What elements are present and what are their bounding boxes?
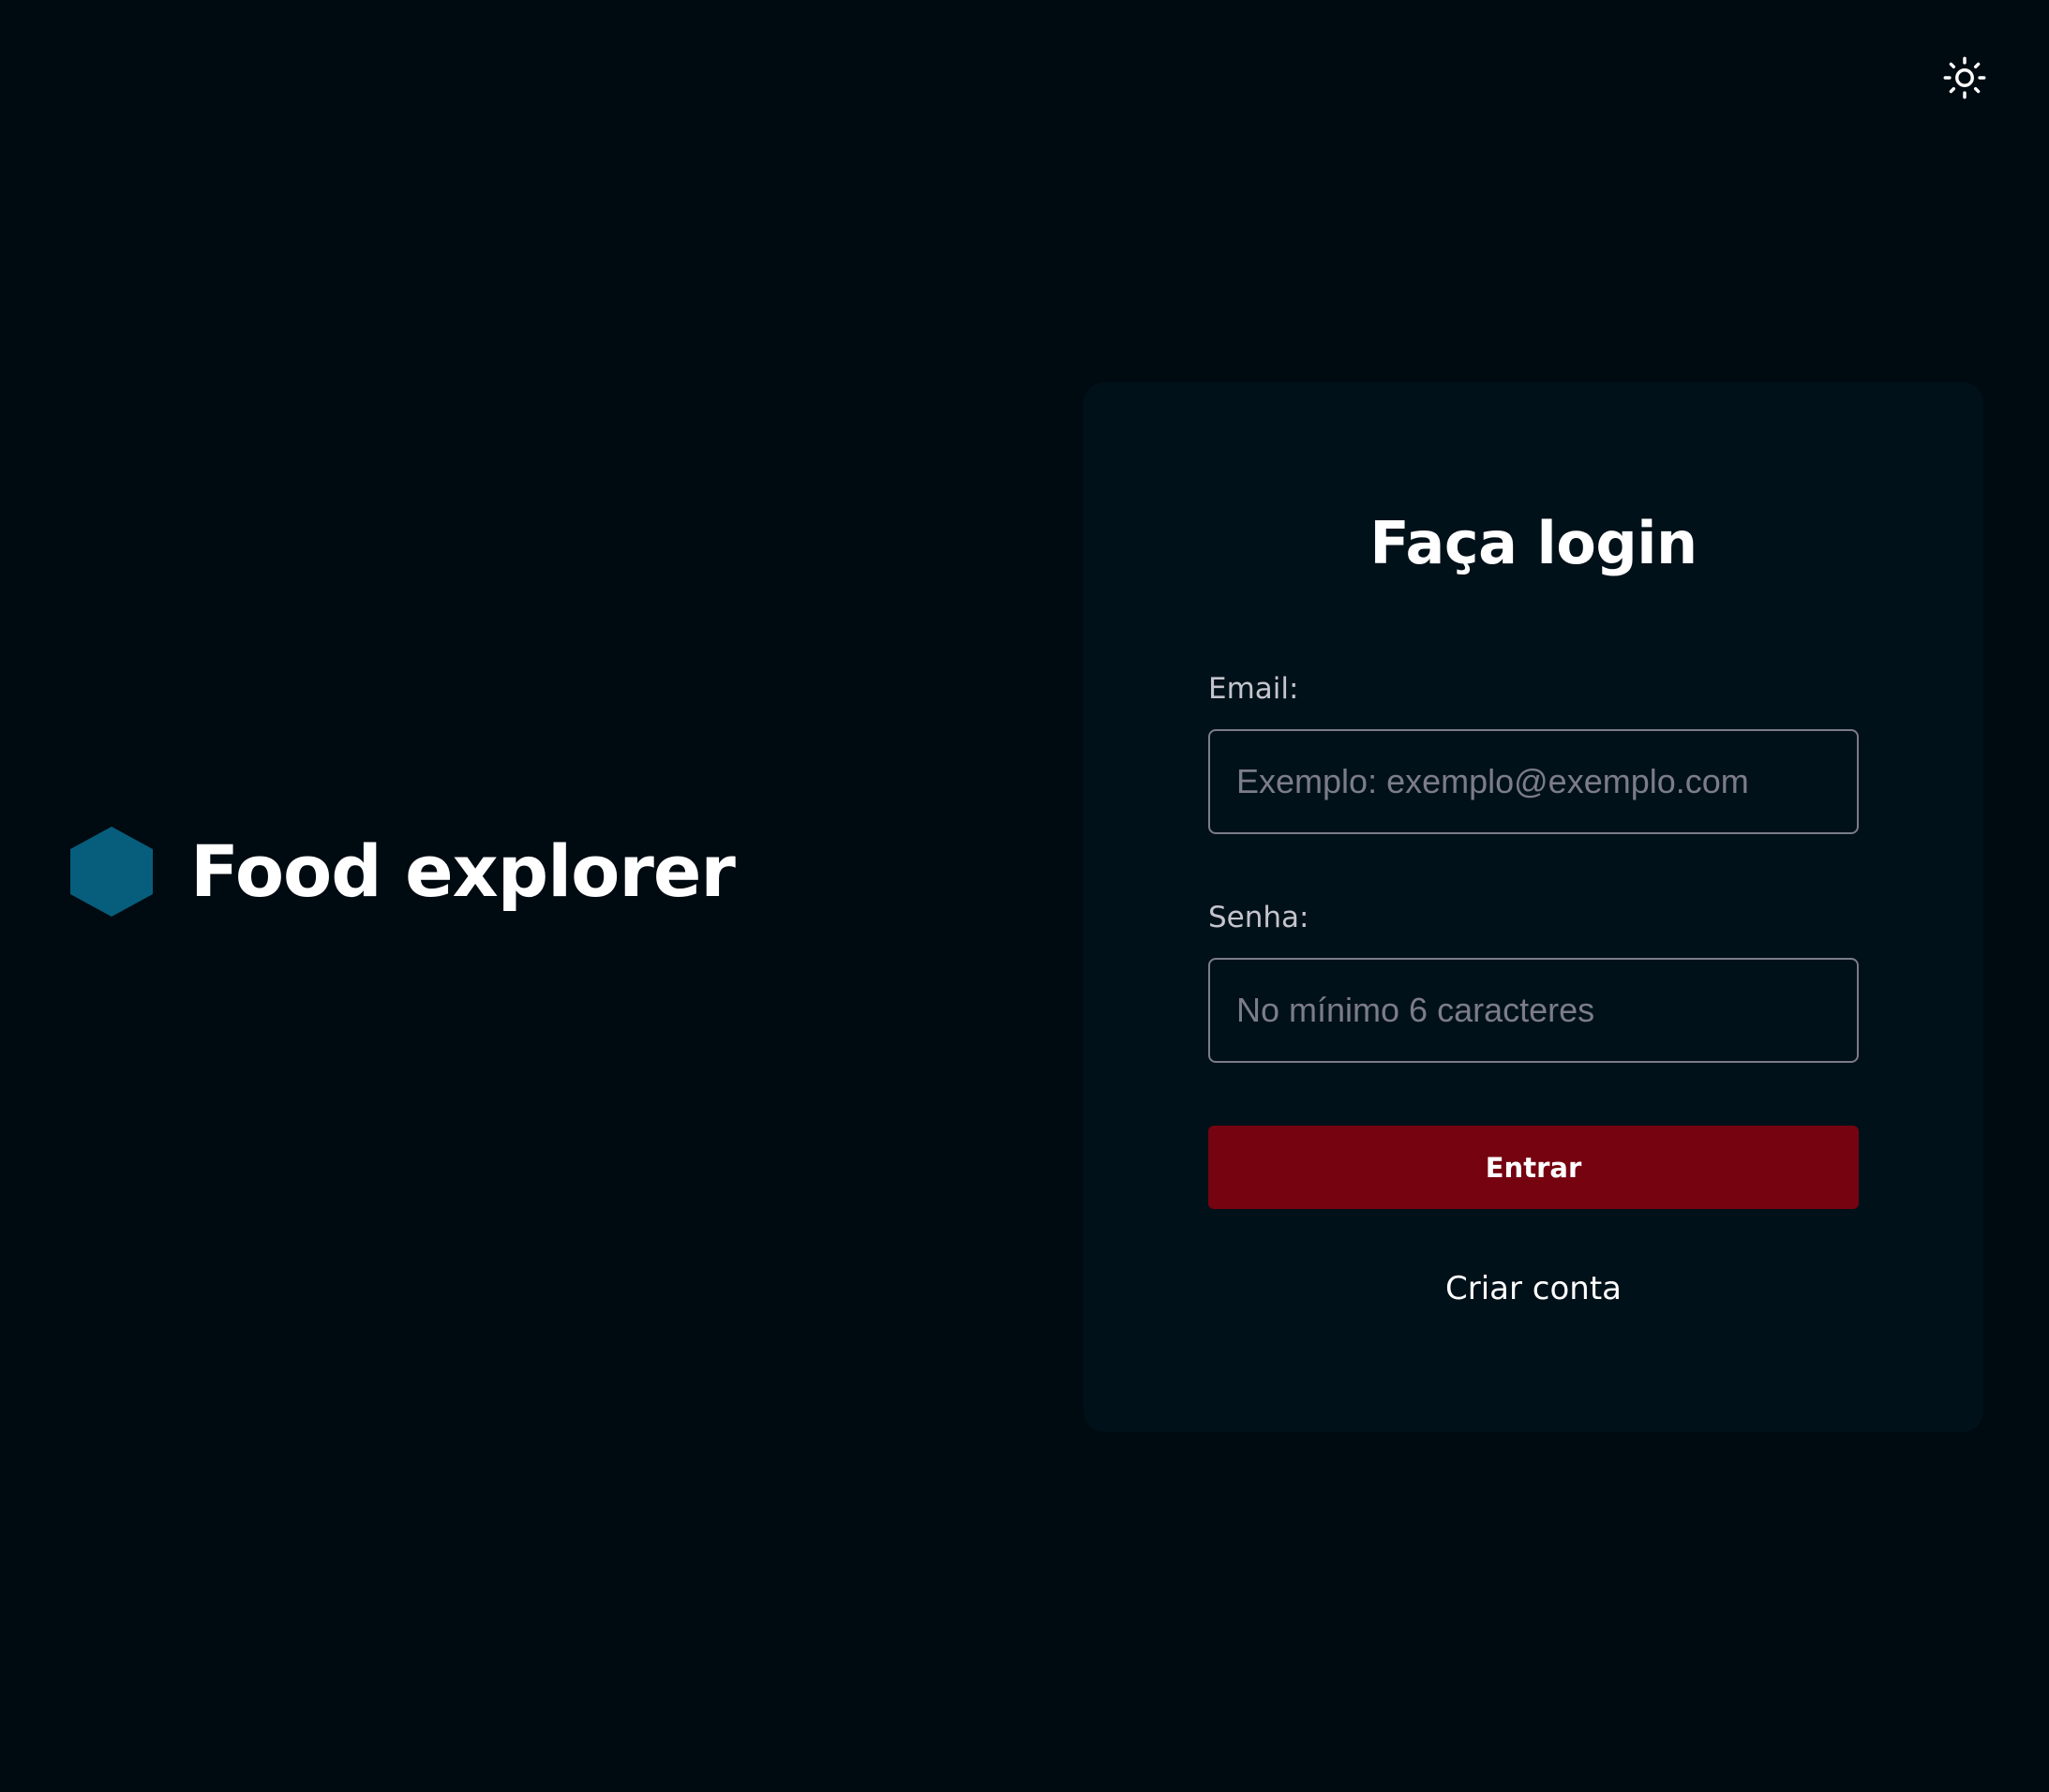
create-account-link[interactable]: Criar conta (1084, 1273, 1983, 1305)
login-page: Food explorer Faça login Email: Senha: E… (0, 0, 2049, 1792)
brand-name: Food explorer (190, 829, 736, 913)
email-label: Email: (1208, 672, 1299, 706)
login-button[interactable]: Entrar (1208, 1126, 1859, 1209)
page-title: Faça login (1369, 509, 1698, 577)
login-card: Faça login Email: Senha: Entrar Criar co… (1084, 382, 1983, 1432)
password-field[interactable] (1208, 958, 1859, 1063)
hexagon-icon (70, 827, 153, 917)
sun-icon[interactable] (1943, 56, 1986, 99)
email-field[interactable] (1208, 729, 1859, 834)
brand: Food explorer (70, 825, 736, 918)
password-label: Senha: (1208, 901, 1309, 934)
